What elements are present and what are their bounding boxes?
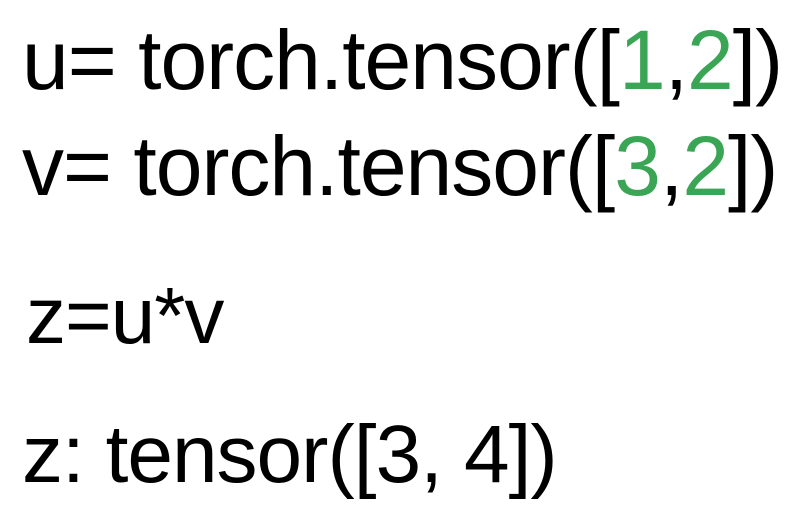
code-text: ]) (732, 13, 783, 107)
code-text: z: tensor([ (22, 409, 377, 500)
code-text: u= torch.tensor([ (22, 13, 620, 107)
code-line-z-product: z=u*v (26, 276, 224, 356)
tensor-value: 3 (614, 119, 661, 213)
code-text: ]) (508, 409, 558, 500)
code-line-z-output: z: tensor([3, 4]) (22, 414, 558, 496)
tensor-value: 2 (687, 13, 734, 107)
code-text: ]) (728, 119, 778, 213)
tensor-value: 3 (375, 409, 422, 500)
tensor-value: 1 (618, 13, 666, 107)
tensor-value: 4 (463, 409, 510, 500)
tensor-value: 2 (682, 119, 729, 213)
code-text: z=u*v (26, 271, 224, 360)
comma-separator: , (664, 13, 688, 107)
comma-separator: , (420, 409, 443, 500)
code-line-u-assignment: u= torch.tensor([1,2]) (22, 18, 783, 102)
comma-separator: , (659, 119, 683, 213)
code-line-v-assignment: v= torch.tensor([3,2]) (22, 124, 778, 208)
code-text: v= torch.tensor([ (22, 119, 615, 213)
